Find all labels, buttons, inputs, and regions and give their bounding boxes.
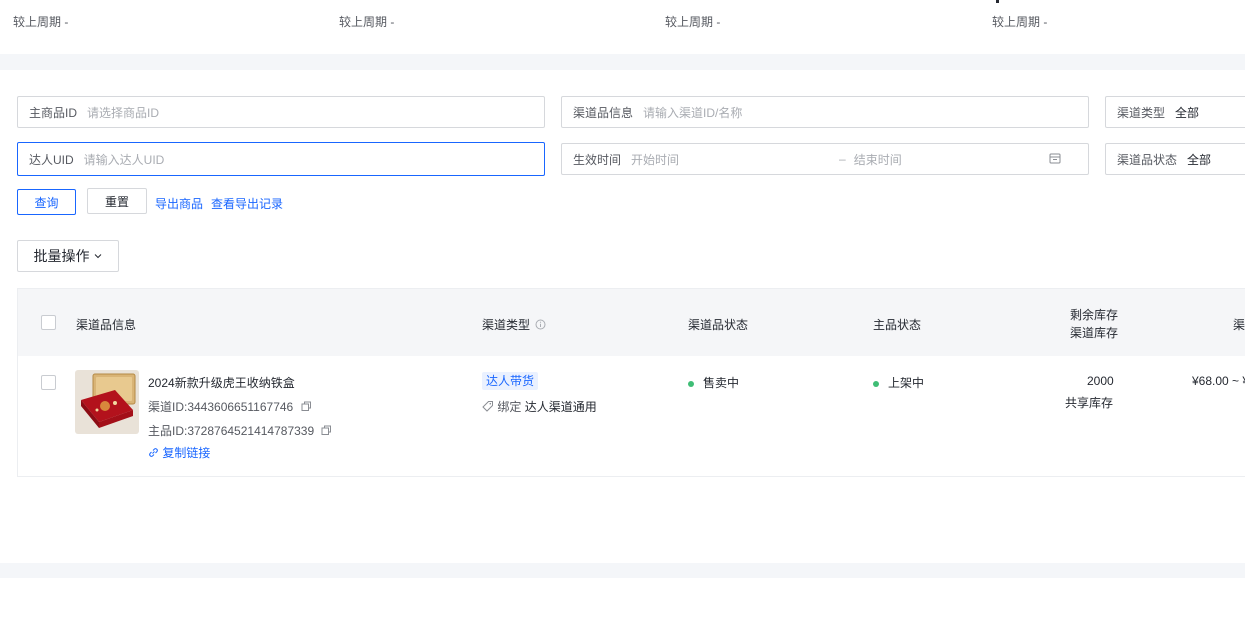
bind-value: 达人渠道通用 bbox=[524, 400, 597, 414]
link-icon bbox=[148, 447, 159, 461]
copy-link-button[interactable]: 复制链接 bbox=[148, 444, 210, 461]
stat-compare-4: 较上周期 - bbox=[992, 15, 1048, 29]
channel-product-table: 渠道品信息 渠道类型 渠道品状态 主品状态 剩余库存 渠道库存 渠 2024新款… bbox=[17, 288, 1245, 477]
product-thumbnail[interactable] bbox=[75, 370, 139, 434]
stock-note: 共享库存 bbox=[1065, 396, 1114, 410]
calendar-icon[interactable] bbox=[1049, 152, 1061, 167]
channel-status-text: 售卖中 bbox=[703, 376, 740, 390]
section-divider-top bbox=[0, 54, 1245, 70]
stat-compare-2: 较上周期 - bbox=[339, 15, 395, 29]
query-button[interactable]: 查询 bbox=[17, 189, 76, 215]
channel-status-label: 渠道品状态 bbox=[1117, 152, 1178, 167]
end-time-placeholder[interactable]: 结束时间 bbox=[854, 151, 1049, 168]
header-price: 渠 bbox=[1233, 318, 1245, 332]
stock-value: 2000 bbox=[1087, 374, 1114, 388]
channel-product-info-label: 渠道品信息 bbox=[573, 105, 634, 120]
view-export-records-link[interactable]: 查看导出记录 bbox=[211, 195, 283, 212]
stat-compare-1: 较上周期 - bbox=[13, 15, 69, 29]
main-status-cell: 上架中 bbox=[873, 374, 924, 391]
info-icon[interactable] bbox=[535, 319, 546, 333]
channel-type-tag: 达人带货 bbox=[482, 372, 539, 390]
header-channel-stock: 渠道库存 bbox=[1070, 326, 1119, 340]
reset-button[interactable]: 重置 bbox=[87, 188, 147, 214]
status-dot bbox=[688, 380, 694, 387]
section-divider-bottom bbox=[0, 563, 1245, 578]
stat-marker bbox=[996, 0, 999, 3]
row-checkbox[interactable] bbox=[41, 375, 56, 390]
stat-compare-3: 较上周期 - bbox=[665, 15, 721, 29]
main-id-value: 主品ID:3728764521414787339 bbox=[148, 424, 315, 438]
effective-time-label: 生效时间 bbox=[573, 152, 622, 167]
main-product-id-placeholder: 请选择商品ID bbox=[87, 105, 160, 120]
channel-type-value: 全部 bbox=[1175, 105, 1200, 120]
talent-uid-placeholder: 请输入达人UID bbox=[83, 152, 165, 167]
channel-type-label: 渠道类型 bbox=[1117, 105, 1166, 120]
main-product-id-field[interactable]: 主商品ID 请选择商品ID bbox=[17, 96, 545, 128]
copy-icon[interactable] bbox=[301, 401, 312, 415]
channel-product-info-placeholder: 请输入渠道ID/名称 bbox=[643, 105, 743, 120]
start-time-placeholder[interactable]: 开始时间 bbox=[631, 151, 831, 168]
header-channel-status: 渠道品状态 bbox=[688, 318, 749, 332]
export-products-link[interactable]: 导出商品 bbox=[155, 195, 203, 212]
batch-operations-label: 批量操作 bbox=[33, 248, 90, 264]
select-all-checkbox[interactable] bbox=[41, 315, 56, 330]
bind-info: 绑定 达人渠道通用 bbox=[482, 398, 597, 415]
price-range: ¥68.00 ~ ¥ bbox=[1192, 374, 1245, 388]
bind-label: 绑定 bbox=[497, 400, 522, 414]
channel-id-value: 渠道ID:3443606651167746 bbox=[148, 400, 294, 414]
header-remaining-stock: 剩余库存 bbox=[1070, 308, 1119, 322]
status-dot bbox=[873, 380, 879, 387]
product-title: 2024新款升级虎王收纳铁盒 bbox=[148, 376, 295, 390]
main-product-id-label: 主商品ID bbox=[29, 105, 78, 120]
channel-type-select[interactable]: 渠道类型 全部 bbox=[1105, 96, 1245, 128]
header-channel-type: 渠道类型 bbox=[482, 316, 546, 333]
header-main-status: 主品状态 bbox=[873, 318, 922, 332]
main-status-text: 上架中 bbox=[888, 376, 925, 390]
tag-icon bbox=[482, 400, 494, 415]
batch-operations-dropdown[interactable]: 批量操作 bbox=[17, 240, 119, 272]
channel-status-value: 全部 bbox=[1187, 152, 1212, 167]
range-separator: – bbox=[839, 152, 846, 166]
talent-uid-label: 达人UID bbox=[29, 152, 74, 167]
main-id-text: 主品ID:3728764521414787339 bbox=[148, 422, 332, 439]
talent-uid-field[interactable]: 达人UID 请输入达人UID bbox=[17, 142, 545, 176]
table-header: 渠道品信息 渠道类型 渠道品状态 主品状态 剩余库存 渠道库存 渠 bbox=[18, 289, 1245, 356]
channel-id-text: 渠道ID:3443606651167746 bbox=[148, 398, 312, 415]
header-channel-type-label: 渠道类型 bbox=[482, 318, 531, 332]
copy-link-label: 复制链接 bbox=[162, 446, 211, 460]
channel-status-select[interactable]: 渠道品状态 全部 bbox=[1105, 143, 1245, 175]
channel-product-info-field[interactable]: 渠道品信息 请输入渠道ID/名称 bbox=[561, 96, 1089, 128]
effective-time-range[interactable]: 生效时间 开始时间 – 结束时间 bbox=[561, 143, 1089, 175]
copy-icon[interactable] bbox=[321, 425, 332, 439]
chevron-down-icon bbox=[93, 248, 103, 264]
header-channel-info: 渠道品信息 bbox=[76, 318, 137, 332]
channel-status-cell: 售卖中 bbox=[688, 374, 739, 391]
